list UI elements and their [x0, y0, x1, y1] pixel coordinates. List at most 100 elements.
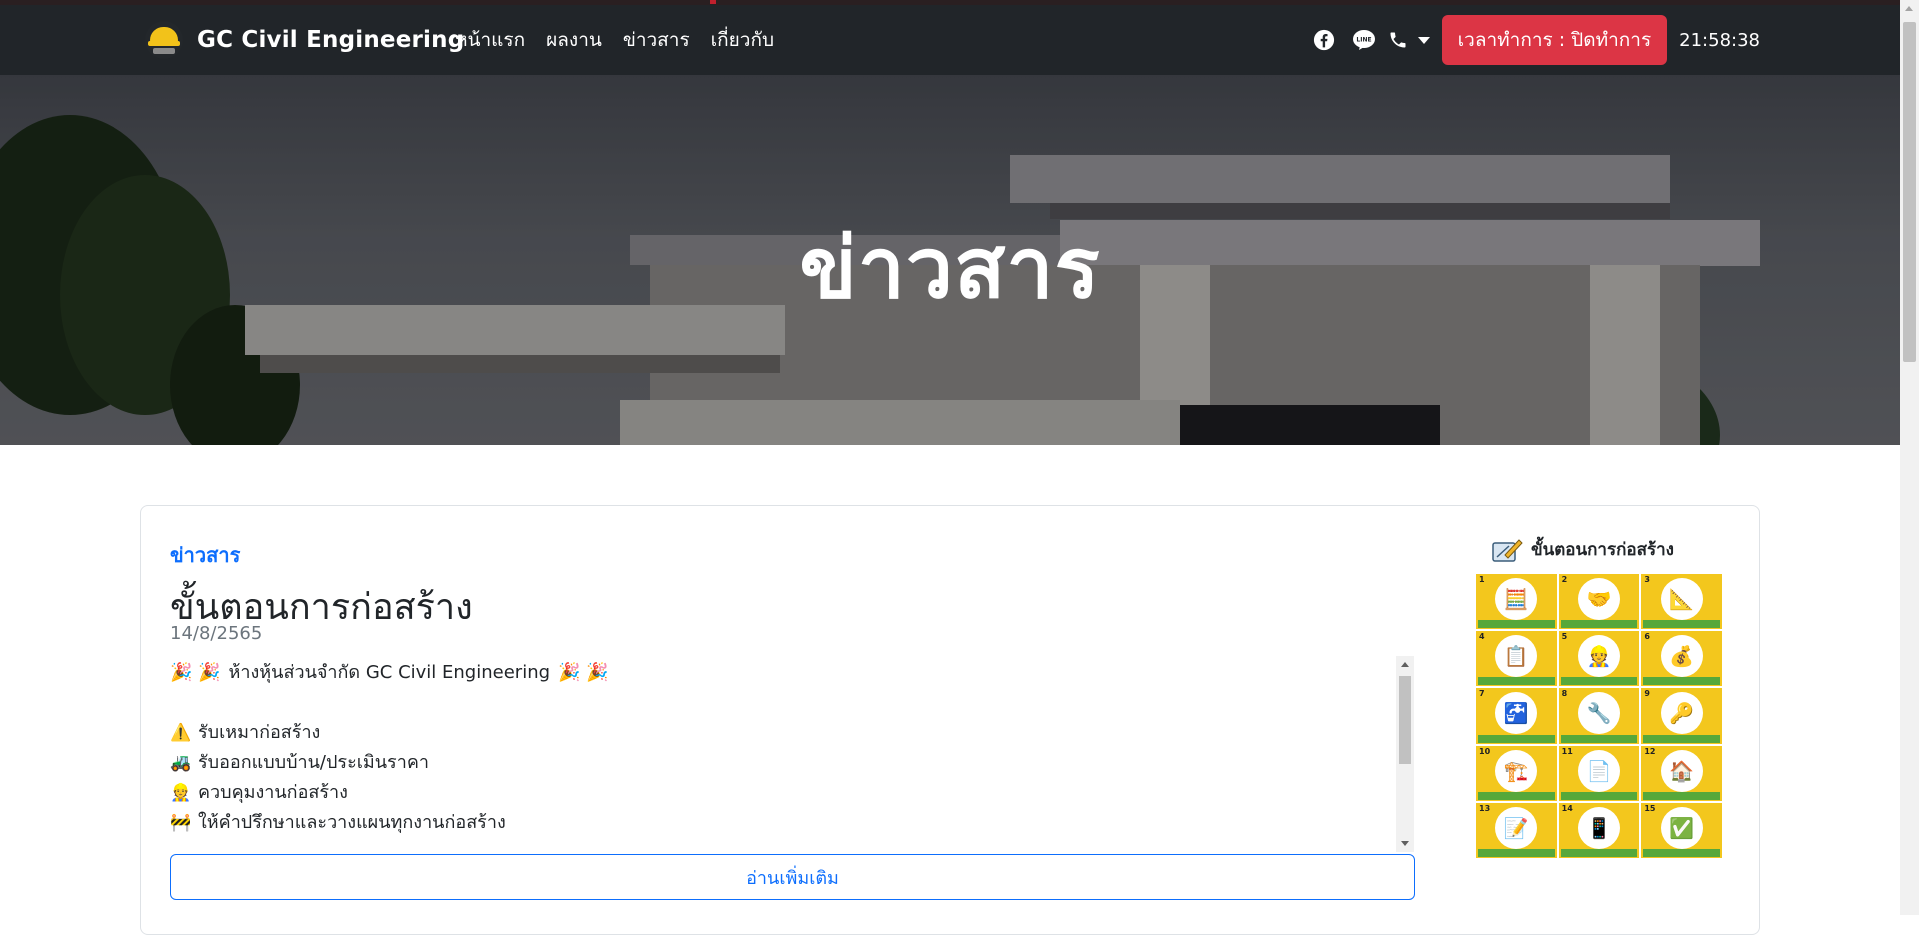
excerpt-line: 🚜 รับออกแบบบ้าน/ประเมินราคา	[170, 748, 1412, 778]
step-icon: 🔧	[1577, 692, 1620, 735]
step-tile: 6 💰	[1641, 631, 1722, 687]
step-number: 2	[1561, 575, 1568, 584]
step-caption-bar	[1478, 734, 1555, 743]
line-icon[interactable]: LINE	[1344, 20, 1384, 60]
warning-icon: ⚠️	[170, 723, 192, 743]
excerpt-line: ⚠️ รับเหมาก่อสร้าง	[170, 718, 1412, 748]
step-number: 6	[1644, 632, 1650, 642]
facebook-icon[interactable]	[1304, 20, 1344, 60]
step-icon: 👷	[1577, 635, 1620, 678]
read-more-button[interactable]: อ่านเพิ่มเติม	[170, 854, 1415, 900]
phone-dropdown-toggle[interactable]	[1384, 20, 1430, 60]
sidebar-heading: ขั้นตอนการก่อสร้าง	[1491, 536, 1674, 563]
navbar: GC Civil Engineering หน้าแรก ผลงาน ข่าวส…	[0, 5, 1900, 75]
nav-link-portfolio[interactable]: ผลงาน	[546, 25, 602, 55]
excerpt-text: ให้คำปรึกษาและวางแผนทุกงานก่อสร้าง	[198, 812, 506, 833]
step-icon: ✅	[1660, 806, 1703, 849]
excerpt-scrollbar-thumb[interactable]	[1399, 676, 1411, 764]
step-caption-bar	[1478, 849, 1555, 857]
excerpt-blank-line	[170, 688, 1412, 718]
phone-icon	[1384, 20, 1412, 60]
excerpt-line: 🎉 🎉 ห้างหุ้นส่วนจำกัด GC Civil Engineeri…	[170, 658, 1412, 688]
step-caption-bar	[1560, 734, 1638, 743]
step-icon: 🚰	[1495, 692, 1538, 735]
step-caption-bar	[1643, 849, 1720, 857]
step-tile: 11 📄	[1558, 745, 1640, 801]
step-tile: 2 🤝	[1558, 574, 1640, 630]
scroll-up-icon[interactable]	[1905, 6, 1913, 11]
brand-link[interactable]: GC Civil Engineering	[145, 5, 464, 75]
hero-banner: ข่าวสาร	[0, 75, 1900, 445]
business-hours-button[interactable]: เวลาทำการ : ปิดทำการ	[1441, 15, 1668, 65]
step-tile: 13 📝	[1476, 802, 1557, 858]
step-caption-bar	[1560, 849, 1638, 857]
step-caption-bar	[1643, 734, 1720, 743]
step-number: 1	[1479, 575, 1485, 584]
tractor-icon: 🚜	[170, 753, 192, 773]
step-icon: 📱	[1577, 806, 1620, 849]
nav-right: LINE เวลาทำการ : ปิดทำการ 21:58:38	[1304, 5, 1900, 75]
page-scrollbar[interactable]	[1900, 0, 1919, 915]
step-caption-bar	[1560, 791, 1638, 800]
step-tile: 4 📋	[1476, 631, 1557, 687]
step-icon: 🧮	[1495, 578, 1538, 620]
scrollbar-thumb[interactable]	[1903, 22, 1916, 362]
nav-link-about[interactable]: เกี่ยวกับ	[711, 25, 774, 55]
worker-icon: 👷	[170, 783, 192, 803]
step-number: 11	[1561, 746, 1573, 756]
excerpt-line: 🚧 ให้คำปรึกษาและวางแผนทุกงานก่อสร้าง	[170, 808, 1412, 838]
step-tile: 3 📐	[1641, 574, 1722, 630]
hero-title: ข่าวสาร	[799, 219, 1101, 317]
blueprint-pen-icon	[1491, 537, 1523, 563]
step-icon: 🔑	[1660, 692, 1703, 735]
step-icon: 💰	[1660, 635, 1703, 678]
excerpt-scrollbar[interactable]	[1396, 656, 1414, 852]
step-number: 15	[1644, 803, 1656, 813]
nav-link-home[interactable]: หน้าแรก	[455, 25, 525, 55]
construction-steps-image[interactable]: 1 🧮 2 🤝 3 📐 4 📋 5 👷 6 💰 7 🚰 8 🔧 9 🔑 10 🏗️ 11 📄 12 🏠 13 📝 14 📱 15 ✅	[1476, 574, 1722, 858]
excerpt-text: รับเหมาก่อสร้าง	[198, 722, 321, 743]
step-caption-bar	[1478, 677, 1555, 686]
step-icon: 🏗️	[1495, 749, 1538, 792]
post-category-link[interactable]: ข่าวสาร	[170, 539, 240, 571]
step-caption-bar	[1643, 791, 1720, 800]
svg-text:LINE: LINE	[1356, 37, 1371, 44]
step-caption-bar	[1643, 677, 1720, 686]
excerpt-text: รับออกแบบบ้าน/ประเมินราคา	[198, 752, 429, 773]
step-tile: 9 🔑	[1641, 688, 1722, 744]
step-number: 10	[1479, 746, 1491, 756]
post-excerpt: 🎉 🎉 ห้างหุ้นส่วนจำกัด GC Civil Engineeri…	[170, 658, 1412, 852]
construction-icon: 🚧	[170, 813, 192, 833]
step-icon: 📋	[1495, 635, 1538, 678]
step-icon: 📄	[1577, 749, 1620, 792]
step-number: 12	[1644, 746, 1656, 756]
step-icon: 📝	[1495, 806, 1538, 849]
top-indicator	[710, 0, 716, 4]
scroll-down-icon[interactable]	[1401, 841, 1409, 846]
step-tile: 10 🏗️	[1476, 745, 1557, 801]
step-number: 3	[1644, 575, 1650, 584]
step-tile: 14 📱	[1558, 802, 1640, 858]
excerpt-text: ควบคุมงานก่อสร้าง	[198, 782, 348, 803]
step-icon: 🤝	[1577, 578, 1620, 620]
step-icon: 📐	[1660, 578, 1703, 620]
nav-link-news[interactable]: ข่าวสาร	[623, 25, 690, 55]
step-number: 8	[1561, 689, 1568, 699]
step-icon: 🏠	[1660, 749, 1703, 792]
brand-name: GC Civil Engineering	[197, 27, 465, 53]
step-number: 4	[1479, 632, 1485, 642]
party-popper-icon: 🎉 🎉	[170, 662, 221, 683]
step-caption-bar	[1560, 620, 1638, 629]
post-date: 14/8/2565	[170, 623, 263, 644]
scroll-up-icon[interactable]	[1401, 662, 1409, 667]
step-number: 5	[1561, 632, 1568, 642]
step-tile: 5 👷	[1558, 631, 1640, 687]
step-caption-bar	[1478, 791, 1555, 800]
step-tile: 7 🚰	[1476, 688, 1557, 744]
step-caption-bar	[1560, 677, 1638, 686]
step-caption-bar	[1478, 620, 1555, 629]
step-caption-bar	[1643, 620, 1720, 629]
step-tile: 15 ✅	[1641, 802, 1722, 858]
chevron-down-icon	[1417, 36, 1430, 44]
excerpt-text: ห้างหุ้นส่วนจำกัด GC Civil Engineering	[228, 662, 551, 683]
